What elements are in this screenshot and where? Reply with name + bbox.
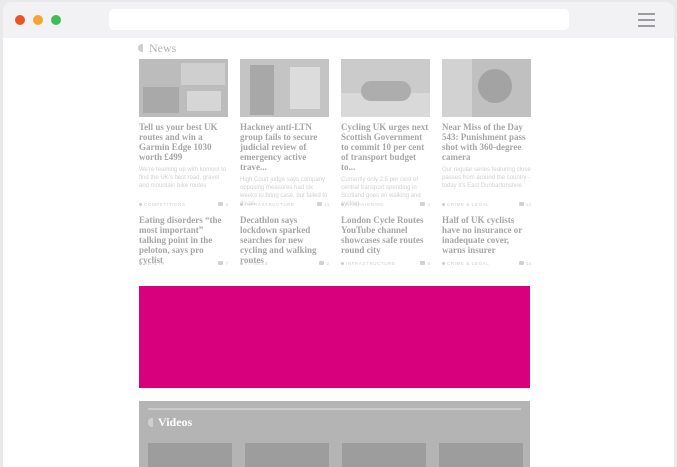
video-thumbnail[interactable] <box>439 443 523 467</box>
comment-icon <box>518 261 524 265</box>
category-tag[interactable]: Crime & Legal <box>442 261 489 266</box>
comment-count[interactable]: 4 <box>420 202 430 207</box>
minimize-window-button[interactable] <box>33 15 43 25</box>
category-tag[interactable]: Campaigning <box>341 202 384 207</box>
comment-count[interactable]: 13 <box>518 202 531 207</box>
video-thumbnail[interactable] <box>245 443 329 467</box>
article-excerpt: We're teaming up with komoot to find the… <box>139 167 227 189</box>
news-card[interactable]: London Cycle Routes YouTube channel show… <box>341 210 430 255</box>
article-meta: Crime & Legal 13 <box>442 201 531 207</box>
category-tag[interactable]: Infrastructure <box>341 261 396 266</box>
article-meta: Campaigning 4 <box>341 201 430 207</box>
news-card[interactable]: Hackney anti-LTN group fails to secure j… <box>240 59 329 208</box>
category-tag[interactable]: Fitness <box>240 261 268 266</box>
article-meta: Competitions 4 <box>139 201 228 207</box>
comment-count[interactable]: 2 <box>319 261 329 266</box>
comment-icon <box>316 202 322 206</box>
news-heading: News <box>149 40 177 55</box>
news-card[interactable]: Eating disorders “the most important” ta… <box>139 210 228 265</box>
article-meta: Infrastructure 14 <box>240 201 329 207</box>
article-thumbnail[interactable] <box>240 59 329 117</box>
article-meta: Infrastructure 4 <box>341 260 430 266</box>
article-meta: Health 7 <box>139 260 228 266</box>
category-tag[interactable]: Competitions <box>139 202 185 207</box>
comment-icon <box>420 261 426 265</box>
category-tag[interactable]: Health <box>139 261 165 266</box>
article-headline[interactable]: Hackney anti-LTN group fails to secure j… <box>240 122 329 172</box>
article-headline[interactable]: London Cycle Routes YouTube channel show… <box>341 215 430 255</box>
article-headline[interactable]: Tell us your best UK routes and win a Ga… <box>139 122 228 162</box>
comment-icon <box>319 261 325 265</box>
videos-section-header: Videos <box>148 415 192 430</box>
news-card[interactable]: Half of UK cyclists have no insurance or… <box>442 210 531 255</box>
article-headline[interactable]: Cycling UK urges next Scottish Governmen… <box>341 122 430 172</box>
browser-toolbar <box>3 2 674 38</box>
comment-count[interactable]: 14 <box>316 202 329 207</box>
section-divider <box>148 408 521 410</box>
video-thumbnail[interactable] <box>148 443 232 467</box>
videos-section: Videos <box>139 401 530 467</box>
section-marker-icon <box>148 418 153 427</box>
address-bar[interactable] <box>109 9 569 30</box>
browser-window: News Tell us your best UK routes and win… <box>3 2 674 467</box>
article-thumbnail[interactable] <box>442 59 531 117</box>
web-page: News Tell us your best UK routes and win… <box>3 38 674 467</box>
advertisement-banner[interactable] <box>139 286 530 388</box>
section-marker-icon <box>138 44 143 52</box>
comment-icon <box>218 261 224 265</box>
category-tag[interactable]: Infrastructure <box>240 202 295 207</box>
article-headline[interactable]: Half of UK cyclists have no insurance or… <box>442 215 531 255</box>
category-tag[interactable]: Crime & Legal <box>442 202 489 207</box>
comment-count[interactable]: 4 <box>420 261 430 266</box>
hamburger-menu-icon[interactable] <box>638 13 655 27</box>
news-card[interactable]: Decathlon says lockdown sparked searches… <box>240 210 329 265</box>
comment-count[interactable]: 7 <box>218 261 228 266</box>
article-meta: Crime & Legal 14 <box>442 260 531 266</box>
news-card[interactable]: Tell us your best UK routes and win a Ga… <box>139 59 228 190</box>
article-thumbnail[interactable] <box>341 59 430 117</box>
news-card[interactable]: Cycling UK urges next Scottish Governmen… <box>341 59 430 208</box>
article-excerpt: Our regular series featuring close passe… <box>442 167 531 189</box>
article-meta: Fitness 2 <box>240 260 329 266</box>
article-thumbnail[interactable] <box>139 59 228 117</box>
videos-heading: Videos <box>158 415 193 429</box>
comment-count[interactable]: 4 <box>218 202 228 207</box>
news-section-header: News <box>138 41 176 55</box>
comment-count[interactable]: 14 <box>518 261 531 266</box>
article-headline[interactable]: Near Miss of the Day 543: Punishment pas… <box>442 122 531 162</box>
comment-icon <box>420 202 426 206</box>
news-card[interactable]: Near Miss of the Day 543: Punishment pas… <box>442 59 531 190</box>
article-headline[interactable]: Decathlon says lockdown sparked searches… <box>240 215 329 265</box>
comment-icon <box>518 202 524 206</box>
maximize-window-button[interactable] <box>51 15 61 25</box>
article-headline[interactable]: Eating disorders “the most important” ta… <box>139 215 228 265</box>
comment-icon <box>218 202 224 206</box>
close-window-button[interactable] <box>15 15 25 25</box>
video-thumbnail[interactable] <box>342 443 426 467</box>
